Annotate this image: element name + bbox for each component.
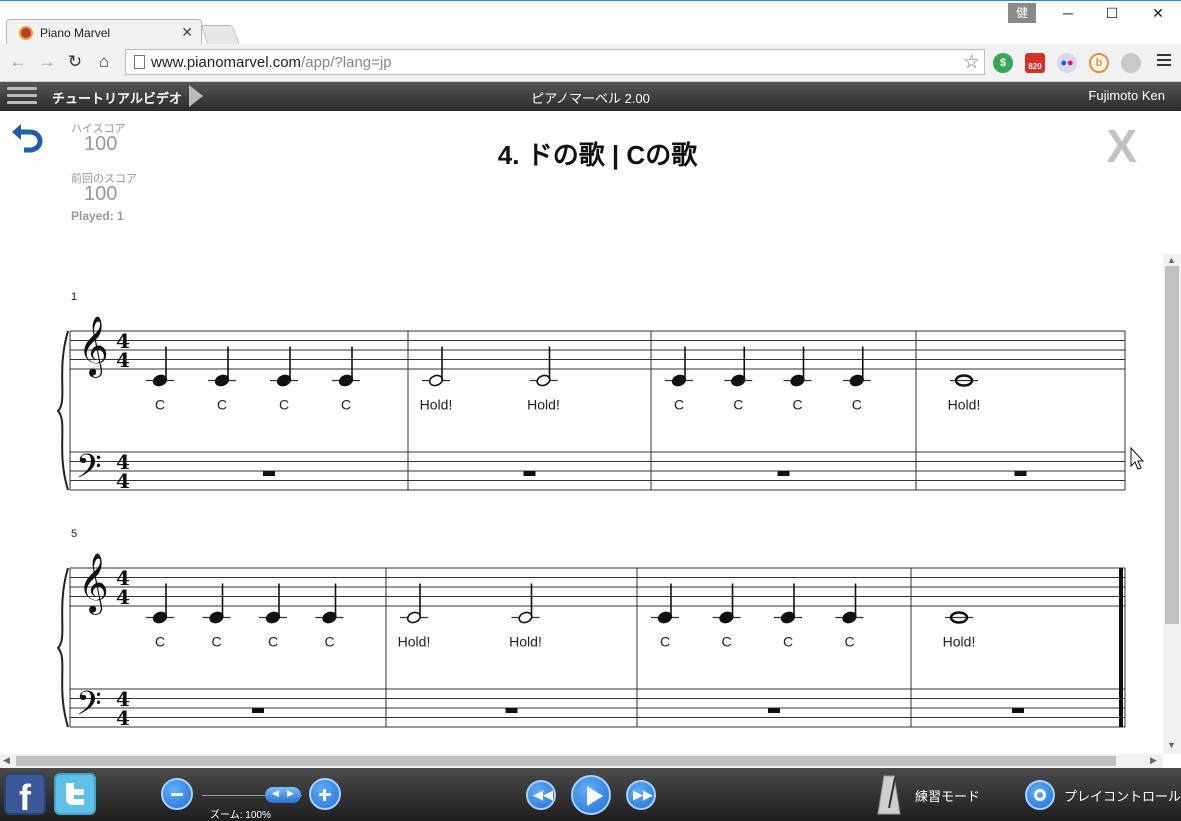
page-icon bbox=[134, 55, 145, 69]
sheet-music-svg: 1𝄞𝄢4444C C C C Hold! Hold! C C C C Hold!5𝄞𝄢4444C C C… bbox=[56, 291, 1145, 731]
whole-rest bbox=[505, 708, 518, 713]
time-signature-bottom: 4 bbox=[116, 585, 130, 609]
user-name[interactable]: Fujimoto Ken bbox=[1088, 88, 1165, 103]
zoom-slider-handle[interactable]: ◀ ▶ bbox=[265, 787, 301, 803]
scroll-left-icon[interactable]: ◀ bbox=[3, 755, 10, 766]
address-bar[interactable]: www.pianomarvel.com/app/?lang=jp ☆ bbox=[125, 49, 985, 75]
flickr-icon[interactable]: ●● bbox=[1057, 53, 1077, 73]
note-label: Hold! bbox=[509, 634, 542, 650]
note-label: C bbox=[211, 634, 221, 650]
zoom-in-button[interactable] bbox=[309, 778, 341, 810]
note-label: C bbox=[852, 397, 862, 413]
note-label: C bbox=[268, 634, 278, 650]
mouse-cursor-icon bbox=[1130, 446, 1145, 470]
browser-tab[interactable]: Piano Marvel ✕ bbox=[6, 19, 202, 46]
horizontal-scroll-thumb[interactable] bbox=[16, 756, 1116, 766]
whole-rest bbox=[768, 708, 780, 713]
tab-close-icon[interactable]: ✕ bbox=[181, 24, 193, 41]
reload-icon[interactable]: ↻ bbox=[64, 52, 86, 72]
metronome-icon[interactable] bbox=[877, 772, 901, 816]
note-label: C bbox=[733, 397, 743, 413]
note-label: C bbox=[341, 397, 351, 413]
note-label: Hold! bbox=[943, 634, 976, 650]
fast-forward-button[interactable]: ▶▶ bbox=[626, 780, 656, 810]
play-button[interactable] bbox=[571, 775, 611, 815]
forward-nav-icon[interactable]: → bbox=[36, 52, 58, 72]
note-label: C bbox=[217, 397, 227, 413]
bottom-control-bar: f ◀ ▶ ズーム: 100% ◀◀ ▶▶ 練習モード プレイコントロール bbox=[0, 768, 1181, 821]
facebook-icon[interactable]: f bbox=[4, 773, 46, 818]
brace bbox=[56, 330, 69, 491]
note-label: C bbox=[155, 397, 165, 413]
tab-title: Piano Marvel bbox=[40, 26, 111, 40]
twitter-icon[interactable] bbox=[54, 773, 96, 815]
note-label: C bbox=[324, 634, 334, 650]
note-label: Hold! bbox=[420, 397, 453, 413]
note-label: C bbox=[674, 397, 684, 413]
bass-clef-icon: 𝄢 bbox=[76, 685, 102, 731]
measure-number: 1 bbox=[71, 291, 77, 303]
scroll-down-icon[interactable]: ▼ bbox=[1167, 740, 1176, 750]
gmail-icon[interactable]: 820 bbox=[1025, 53, 1045, 73]
time-signature-bottom: 4 bbox=[116, 469, 130, 493]
whole-rest bbox=[252, 708, 264, 713]
whole-rest bbox=[523, 471, 536, 476]
vertical-scrollbar[interactable]: ▲ ▼ bbox=[1163, 254, 1181, 754]
note-label: C bbox=[792, 397, 802, 413]
minimize-icon[interactable]: ─ bbox=[1053, 5, 1083, 21]
url-text: www.pianomarvel.com/app/?lang=jp bbox=[151, 54, 392, 71]
whole-rest bbox=[1012, 708, 1024, 713]
whole-rest bbox=[1014, 471, 1027, 476]
browser-toolbar: ← → ↻ ⌂ www.pianomarvel.com/app/?lang=jp… bbox=[0, 44, 1181, 82]
whole-rest bbox=[777, 471, 790, 476]
window-close-icon[interactable]: ✕ bbox=[1143, 5, 1173, 22]
time-signature-bottom: 4 bbox=[116, 706, 130, 730]
maximize-icon[interactable]: ☐ bbox=[1097, 5, 1127, 22]
note-label: Hold! bbox=[527, 397, 560, 413]
whole-rest bbox=[263, 471, 275, 476]
treble-clef-icon: 𝄞 bbox=[78, 316, 109, 378]
note-label: C bbox=[783, 634, 793, 650]
app-header: チュートリアルビデオ ピアノマーベル 2.00 Fujimoto Ken bbox=[0, 82, 1181, 111]
back-nav-icon[interactable]: ← bbox=[7, 52, 29, 72]
time-signature-bottom: 4 bbox=[116, 348, 130, 372]
globe-icon[interactable] bbox=[1121, 53, 1141, 73]
zoom-out-button[interactable] bbox=[161, 778, 193, 810]
new-tab-button[interactable] bbox=[200, 25, 240, 44]
zoom-level-label: ズーム: 100% bbox=[210, 810, 271, 821]
piano-marvel-favicon-icon bbox=[19, 26, 33, 40]
measure-number: 5 bbox=[71, 528, 77, 540]
home-icon[interactable]: ⌂ bbox=[93, 52, 115, 72]
scroll-up-icon[interactable]: ▲ bbox=[1167, 255, 1176, 265]
rewind-button[interactable]: ◀◀ bbox=[526, 780, 556, 810]
practice-mode-button[interactable]: 練習モード bbox=[915, 786, 980, 805]
scroll-right-icon[interactable]: ▶ bbox=[1150, 755, 1157, 766]
brace bbox=[56, 567, 69, 728]
window-user-badge[interactable]: 健 bbox=[1008, 3, 1036, 23]
treble-clef-icon: 𝄞 bbox=[78, 553, 109, 615]
browser-titlebar: Piano Marvel ✕ 健 ─ ☐ ✕ bbox=[0, 0, 1181, 46]
lesson-content: ハイスコア 100 前回のスコア 100 Played: 1 4. ドの歌 | … bbox=[0, 111, 1163, 754]
note-label: C bbox=[660, 634, 670, 650]
note-label: Hold! bbox=[398, 634, 431, 650]
evernote-icon[interactable]: $ bbox=[993, 53, 1013, 73]
browser-menu-icon[interactable] bbox=[1157, 54, 1171, 68]
note-label: C bbox=[721, 634, 731, 650]
horizontal-scrollbar[interactable]: ◀ ▶ bbox=[0, 754, 1163, 768]
vertical-scroll-thumb[interactable] bbox=[1165, 266, 1179, 624]
bookmark-star-icon[interactable]: ☆ bbox=[963, 51, 980, 74]
play-controls-button[interactable]: プレイコントロール bbox=[1064, 786, 1181, 805]
bass-clef-icon: 𝄢 bbox=[76, 448, 102, 494]
app-title: ピアノマーベル 2.00 bbox=[531, 91, 650, 106]
play-controls-toggle-icon[interactable] bbox=[1025, 780, 1055, 810]
note-label: C bbox=[279, 397, 289, 413]
b-icon[interactable]: b bbox=[1089, 53, 1109, 73]
note-label: Hold! bbox=[948, 397, 981, 413]
note-label: C bbox=[155, 634, 165, 650]
note-label: C bbox=[844, 634, 854, 650]
